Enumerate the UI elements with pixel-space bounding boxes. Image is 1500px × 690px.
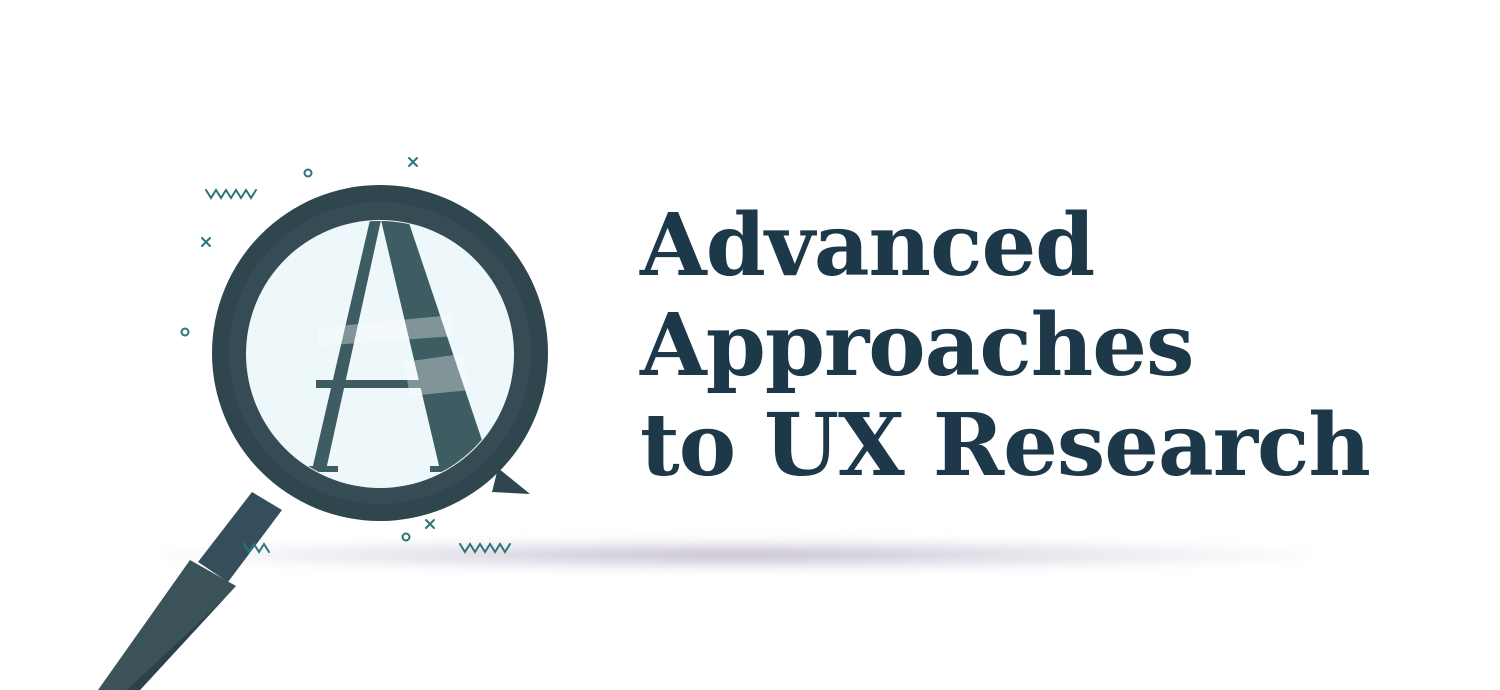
magnifier-handle-icon	[98, 492, 282, 690]
cross-icon	[425, 519, 435, 529]
circle-icon	[303, 168, 313, 178]
circle-icon	[180, 327, 190, 337]
hero-banner: Advanced Approaches to UX Research	[0, 0, 1500, 690]
circle-icon	[401, 532, 411, 542]
magnifying-glass-icon	[212, 185, 548, 521]
title-line-2: Approaches	[640, 295, 1194, 396]
title-line-3: to UX Research	[640, 395, 1371, 496]
squiggle-icon	[459, 542, 511, 554]
cross-icon	[408, 157, 418, 167]
cross-icon	[201, 237, 211, 247]
title-line-1: Advanced	[640, 195, 1095, 296]
page-title: Advanced Approaches to UX Research	[640, 195, 1371, 496]
squiggle-icon	[205, 188, 257, 200]
